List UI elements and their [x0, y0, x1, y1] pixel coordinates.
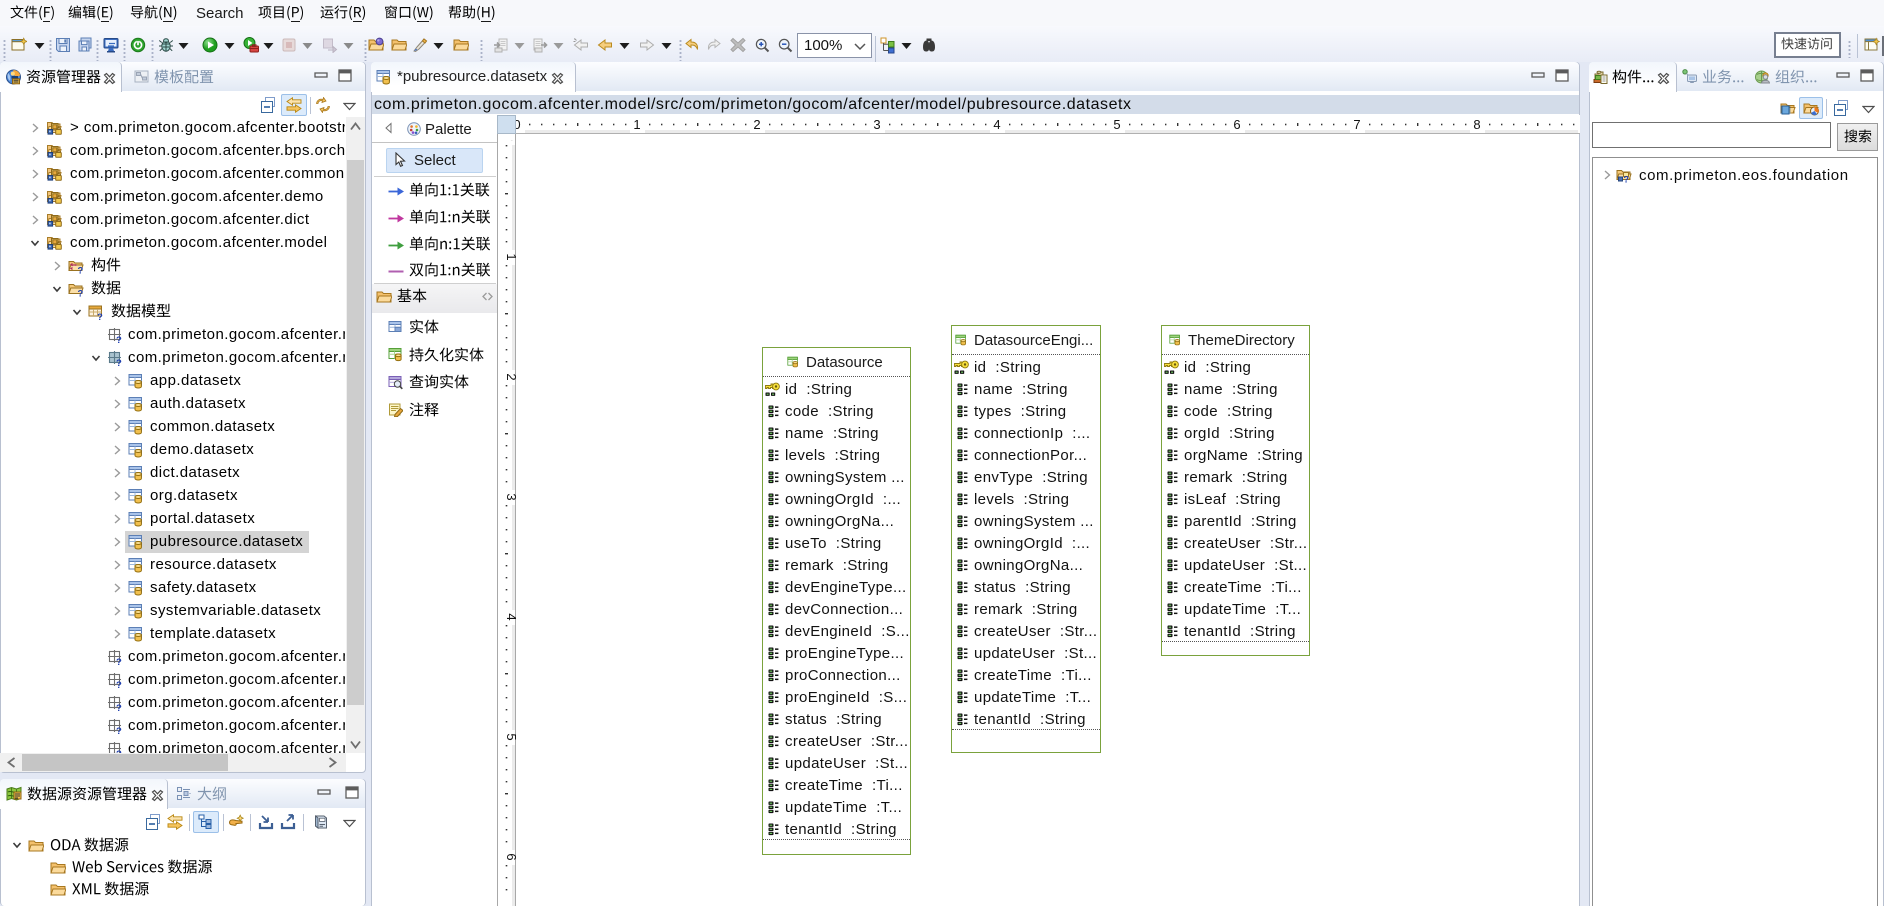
svg-text:6: 6 [504, 853, 519, 860]
svg-text:2: 2 [504, 373, 519, 380]
svg-text:2: 2 [753, 117, 760, 132]
svg-text:3: 3 [504, 493, 519, 500]
svg-text:3: 3 [873, 117, 880, 132]
svg-text:5: 5 [1113, 117, 1120, 132]
svg-text:0: 0 [504, 140, 519, 141]
svg-text:8: 8 [1473, 117, 1480, 132]
svg-text:?: ? [1624, 175, 1630, 184]
svg-text:1: 1 [633, 117, 640, 132]
svg-text:5: 5 [504, 733, 519, 740]
svg-text:7: 7 [1353, 117, 1360, 132]
svg-text:4: 4 [504, 613, 519, 620]
svg-text:4: 4 [993, 117, 1000, 132]
svg-text:1: 1 [504, 253, 519, 260]
svg-text:6: 6 [1233, 117, 1240, 132]
